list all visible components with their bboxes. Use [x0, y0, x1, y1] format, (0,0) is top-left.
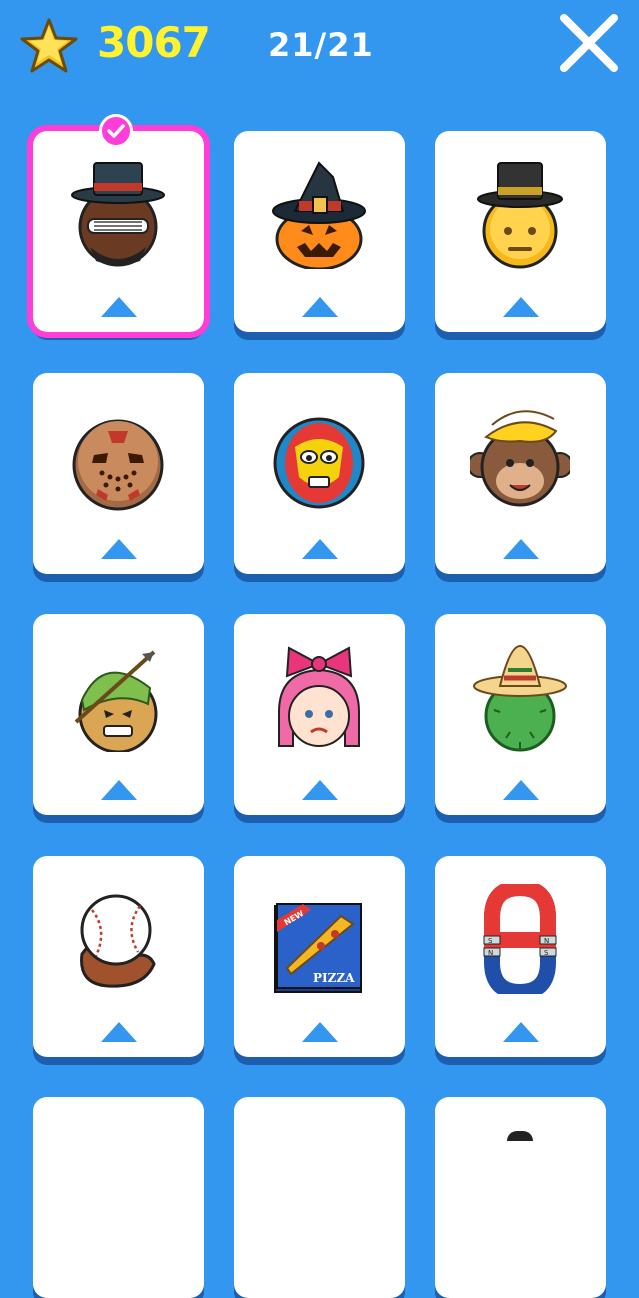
costume-card-partial[interactable] — [234, 1097, 405, 1298]
upgrade-arrow-icon — [101, 780, 137, 800]
upgrade-arrow-icon — [503, 1022, 539, 1042]
costume-card-robin-hood[interactable] — [33, 614, 204, 815]
pink-bow-girl-face-icon — [278, 646, 360, 747]
robin-hood-angry-face-icon — [74, 650, 158, 752]
horseshoe-magnet-icon: S N N S — [483, 884, 557, 994]
upgrade-arrow-icon — [101, 539, 137, 559]
top-hat-neutral-face-icon — [477, 162, 563, 269]
pizza-box-icon: NEW PIZZA — [274, 903, 362, 993]
witch-hat-pumpkin-icon — [272, 161, 366, 269]
upgrade-arrow-icon — [302, 297, 338, 317]
costume-card-luchador[interactable] — [234, 373, 405, 574]
upgrade-arrow-icon — [101, 1022, 137, 1042]
costume-card-banana-monkey[interactable] — [435, 373, 606, 574]
sunglasses-top-hat-face-icon — [71, 162, 165, 267]
costume-card-partial[interactable] — [435, 1097, 606, 1298]
costume-card-pizza-box[interactable]: NEW PIZZA — [234, 856, 405, 1057]
upgrade-arrow-icon — [503, 539, 539, 559]
costume-card-top-hat-neutral[interactable] — [435, 131, 606, 332]
upgrade-arrow-icon — [101, 297, 137, 317]
upgrade-arrow-icon — [302, 539, 338, 559]
costume-card-sunglasses-top-hat[interactable] — [27, 114, 210, 338]
costume-card-hockey-mask[interactable] — [33, 373, 204, 574]
upgrade-arrow-icon — [302, 780, 338, 800]
selected-check-icon — [99, 114, 133, 148]
magnet-label-s-right: S — [544, 949, 549, 957]
costume-card-sombrero-cactus[interactable] — [435, 614, 606, 815]
costume-card-pink-bow-girl[interactable] — [234, 614, 405, 815]
luchador-mask-face-icon — [273, 417, 365, 509]
upgrade-arrow-icon — [503, 297, 539, 317]
costume-card-witch-pumpkin[interactable] — [234, 131, 405, 332]
magnet-label-n-left: N — [488, 949, 493, 957]
upgrade-arrow-icon — [503, 780, 539, 800]
upgrade-arrow-icon — [302, 1022, 338, 1042]
baseball-glove-icon — [80, 894, 156, 988]
costume-grid: NEW PIZZA S N N S — [0, 0, 639, 1298]
magnet-label-n-right: N — [544, 937, 549, 945]
costume-card-magnet[interactable]: S N N S — [435, 856, 606, 1057]
costume-card-baseball[interactable] — [33, 856, 204, 1057]
magnet-label-s-left: S — [488, 937, 493, 945]
partial-costume-icon — [507, 1131, 533, 1141]
costume-card-partial[interactable] — [33, 1097, 204, 1298]
pizza-box-label: PIZZA — [313, 971, 355, 985]
sombrero-cactus-icon — [473, 644, 567, 752]
hockey-mask-face-icon — [72, 419, 164, 511]
banana-monkey-face-icon — [470, 410, 570, 507]
